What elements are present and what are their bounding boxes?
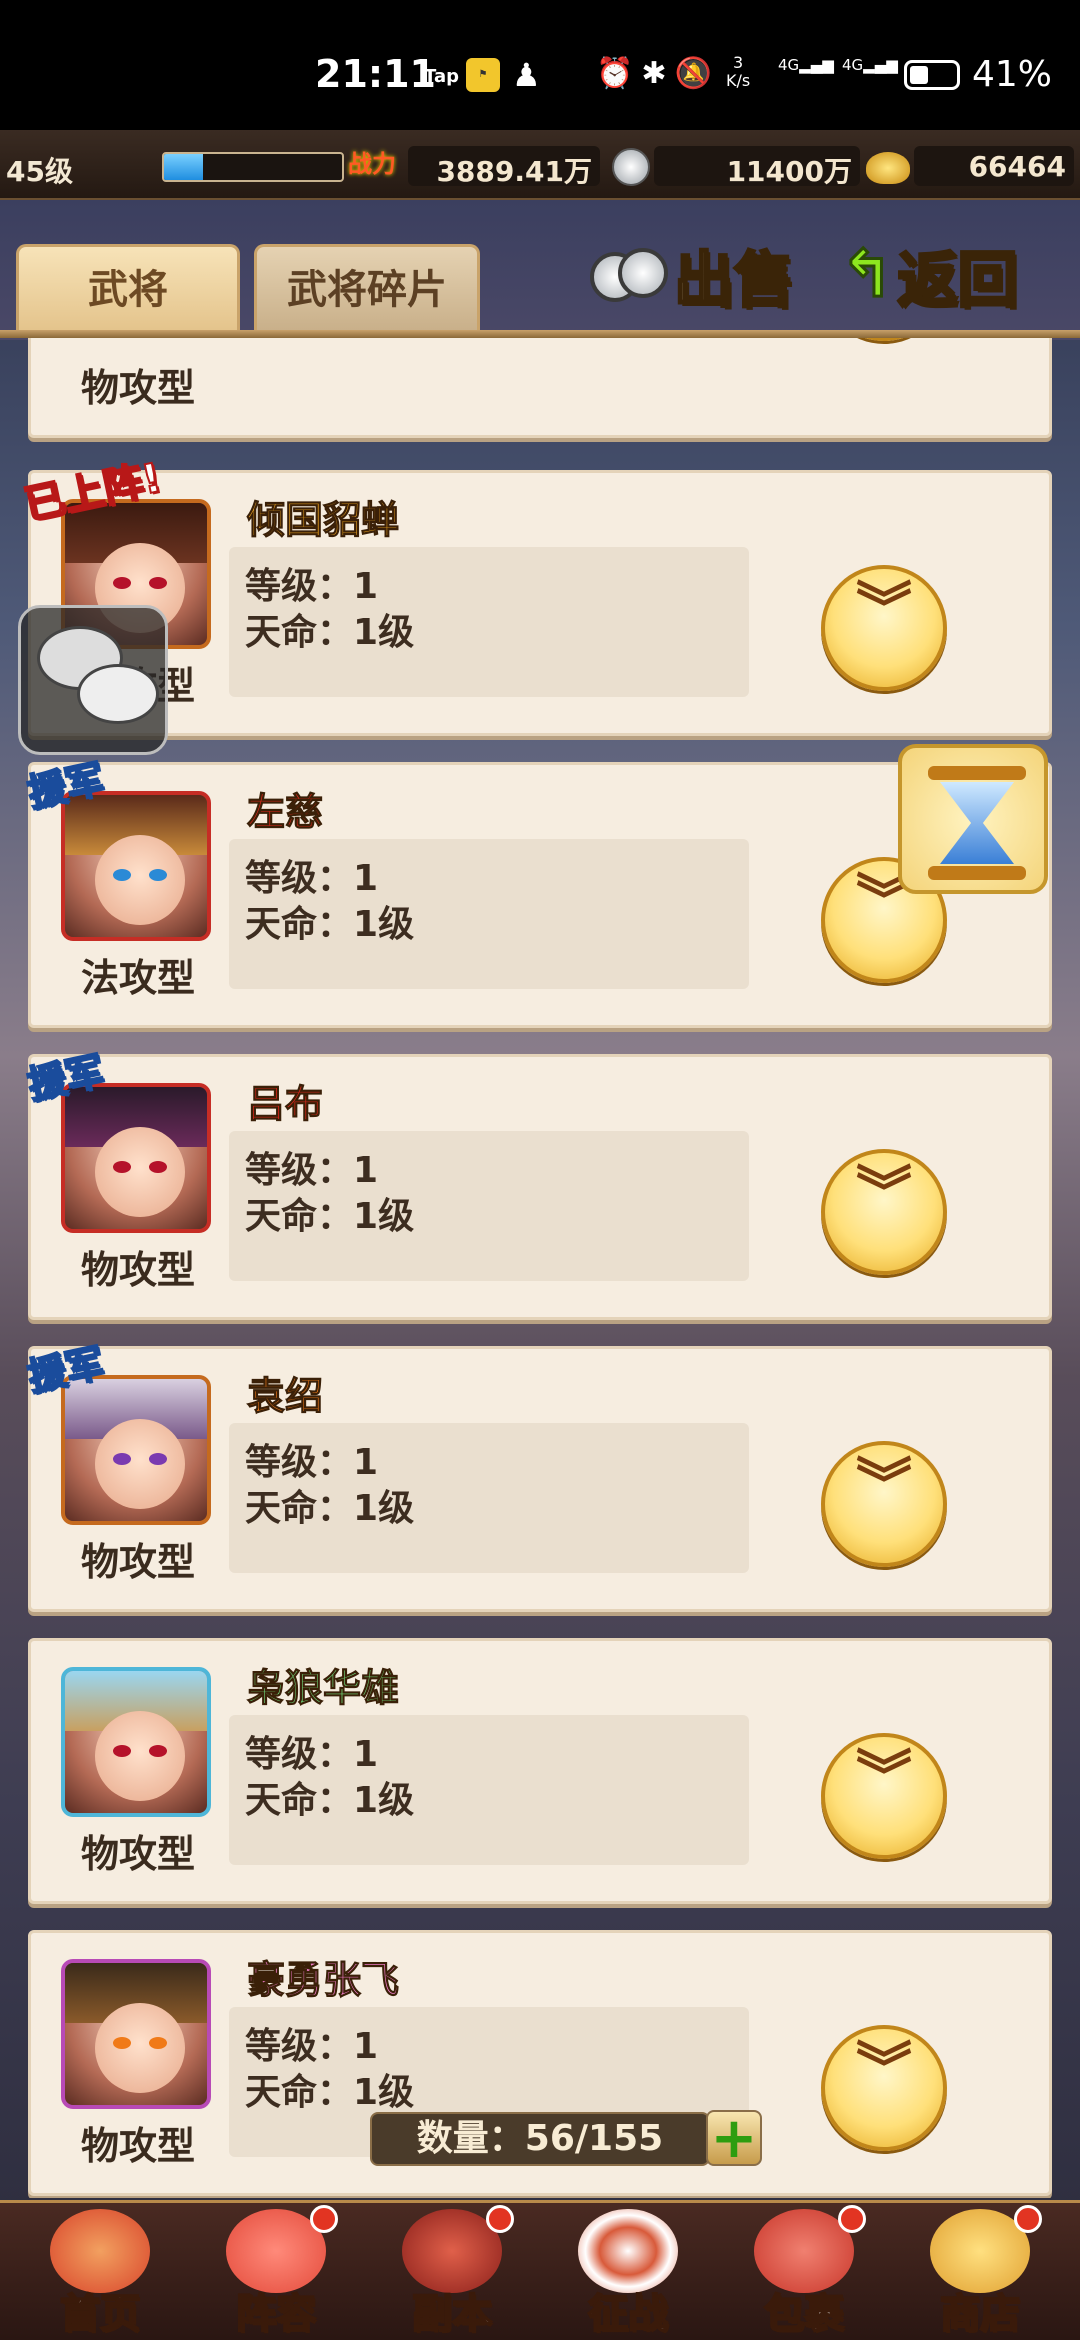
general-card[interactable]: 援军 物攻型 袁绍 等级：1 天命：1级 ︾ <box>23 1340 1052 1612</box>
general-type: 物攻型 <box>80 2124 195 2168</box>
general-name: 吕布 <box>246 1082 324 1127</box>
expand-button[interactable]: ︾ <box>821 1149 947 1275</box>
destiny-line: 天命：1级 <box>245 612 415 653</box>
expand-button[interactable]: ︾ <box>821 338 947 341</box>
expand-button[interactable]: ︾ <box>821 565 947 691</box>
tabs-divider <box>0 330 1080 338</box>
general-card[interactable]: 援军 物攻型 吕布 等级：1 天命：1级 ︾ <box>23 1048 1052 1320</box>
status-time: 21:11 <box>315 52 436 96</box>
nav-home[interactable]: 首页 <box>20 2203 180 2340</box>
game-area: 武将 武将碎片 出售 ↰ 返回 物攻型 ︾ 已上阵! 物攻型 倾国貂蝉 <box>0 200 1080 2340</box>
level-line: 等级：1 <box>245 1150 379 1191</box>
destiny-line: 天命：1级 <box>245 1196 415 1237</box>
gold-value: 66464 <box>914 146 1074 186</box>
notification-dot <box>310 2205 338 2233</box>
general-info: 等级：1 天命：1级 <box>229 1715 749 1865</box>
destiny-line: 天命：1级 <box>245 1488 415 1529</box>
level-line: 等级：1 <box>245 2026 379 2067</box>
expand-button[interactable]: ︾ <box>821 1733 947 1859</box>
level-line: 等级：1 <box>245 1734 379 1775</box>
chevrons-down-icon: ︾ <box>856 1161 912 1226</box>
nav-campaign[interactable]: 征战 <box>548 2203 708 2340</box>
general-name: 枭狼华雄 <box>246 1666 400 1711</box>
qq-notification-icon: ♟ <box>512 56 541 94</box>
general-name: 倾国貂蝉 <box>246 498 400 543</box>
general-type: 物攻型 <box>80 366 195 410</box>
general-type: 物攻型 <box>80 1832 195 1876</box>
general-info: 等级：1 天命：1级 <box>229 547 749 697</box>
notification-dot <box>486 2205 514 2233</box>
nav-lineup[interactable]: 阵容 <box>196 2203 356 2340</box>
general-info: 等级：1 天命：1级 <box>229 1423 749 1573</box>
expand-button[interactable]: ︾ <box>821 2025 947 2151</box>
tab-generals[interactable]: 武将 <box>16 244 240 330</box>
level-line: 等级：1 <box>245 566 379 607</box>
power-value: 3889.41万 <box>408 146 600 188</box>
destiny-line: 天命：1级 <box>245 1780 415 1821</box>
power-icon: 战力 <box>348 150 396 178</box>
player-level: 45级 <box>6 155 73 188</box>
back-button[interactable]: ↰ 返回 <box>839 230 1020 320</box>
signal-icon-2: 4G▂▄▆ <box>842 56 898 74</box>
battery-percent: 41% <box>972 54 1053 95</box>
chevrons-down-icon: ︾ <box>856 2037 912 2102</box>
general-portrait <box>61 1667 211 1817</box>
hourglass-float-button[interactable] <box>898 744 1048 894</box>
battery-icon <box>904 60 960 90</box>
general-type: 物攻型 <box>80 1248 195 1292</box>
general-type: 物攻型 <box>80 1540 195 1584</box>
general-portrait <box>61 1083 211 1233</box>
nav-bag[interactable]: 包裹 <box>724 2203 884 2340</box>
chat-float-button[interactable] <box>18 605 168 755</box>
hourglass-icon <box>940 782 1014 864</box>
nav-dungeon[interactable]: 副本 <box>372 2203 532 2340</box>
status-bar: 21:11 Tap ⚑ ♟ ⏰✱🔕 3 K/s 4G▂▄▆ 4G▂▄▆ 41% <box>0 0 1080 130</box>
app-notification-icon: ⚑ <box>466 58 500 92</box>
general-name: 豪勇张飞 <box>246 1958 400 2003</box>
tabs-header: 武将 武将碎片 出售 ↰ 返回 <box>0 200 1080 340</box>
notification-dot <box>838 2205 866 2233</box>
chevrons-down-icon: ︾ <box>856 577 912 642</box>
general-name: 袁绍 <box>246 1374 324 1419</box>
level-line: 等级：1 <box>245 858 379 899</box>
net-speed: 3 K/s <box>726 53 751 90</box>
silver-coins-icon <box>590 244 674 306</box>
tap-notification-icon: Tap <box>424 66 459 87</box>
general-count: 数量：56/155 <box>370 2112 710 2166</box>
chevrons-down-icon: ︾ <box>856 1453 912 1518</box>
general-name: 左慈 <box>246 790 324 835</box>
signal-icon-1: 4G▂▄▆ <box>778 56 834 74</box>
expand-button[interactable]: ︾ <box>821 1441 947 1567</box>
sell-label: 出售 <box>673 244 796 317</box>
general-info: 等级：1 天命：1级 <box>229 1131 749 1281</box>
general-portrait <box>61 1375 211 1525</box>
general-card[interactable]: 物攻型 ︾ <box>28 338 1052 438</box>
level-line: 等级：1 <box>245 1442 379 1483</box>
back-arrow-icon: ↰ <box>839 237 896 314</box>
nav-shop[interactable]: 商店 <box>900 2203 1060 2340</box>
general-type: 法攻型 <box>80 956 195 1000</box>
general-info: 等级：1 天命：1级 <box>229 839 749 989</box>
bottom-nav: 首页 阵容 副本 征战 包裹 商店 <box>0 2200 1080 2340</box>
general-card[interactable]: 已上阵! 物攻型 倾国貂蝉 等级：1 天命：1级 ︾ <box>20 454 1052 736</box>
destiny-line: 天命：1级 <box>245 2072 415 2113</box>
resource-bar: 45级 战力 3889.41万 11400万 66464 <box>0 130 1080 200</box>
sell-button[interactable]: 出售 <box>590 230 796 320</box>
back-label: 返回 <box>896 244 1019 317</box>
exp-bar <box>162 152 344 182</box>
gold-ingot-icon <box>866 152 910 184</box>
expand-capacity-button[interactable]: + <box>706 2110 762 2167</box>
notification-dot <box>1014 2205 1042 2233</box>
general-portrait <box>61 1959 211 2109</box>
destiny-line: 天命：1级 <box>245 904 415 945</box>
general-portrait <box>61 791 211 941</box>
silver-coin-icon <box>612 148 650 186</box>
system-icons: ⏰✱🔕 <box>596 56 720 91</box>
chevrons-down-icon: ︾ <box>856 1745 912 1810</box>
tab-general-fragments[interactable]: 武将碎片 <box>254 244 480 330</box>
general-card[interactable]: 物攻型 枭狼华雄 等级：1 天命：1级 ︾ <box>28 1638 1052 1904</box>
silver-value: 11400万 <box>654 146 860 188</box>
